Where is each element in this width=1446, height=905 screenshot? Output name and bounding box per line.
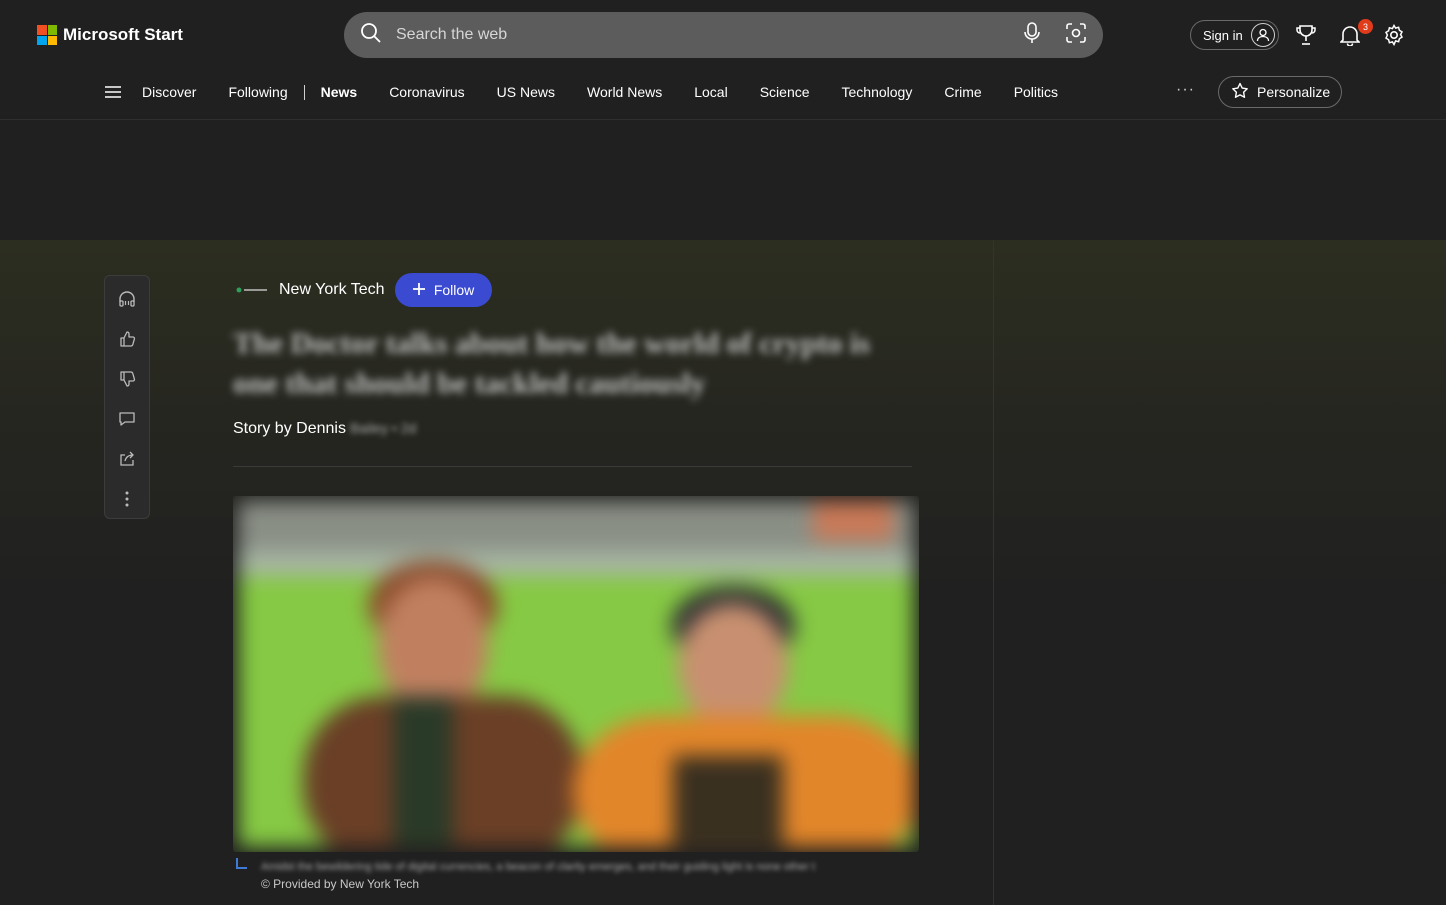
- nav-item-politics[interactable]: Politics: [998, 84, 1074, 100]
- microsoft-logo-icon: [37, 25, 57, 45]
- search-bar[interactable]: [344, 12, 1103, 58]
- top-header: Microsoft Start Sign in 3: [0, 0, 1446, 120]
- hamburger-menu-icon[interactable]: [104, 85, 124, 99]
- nav-item-discover[interactable]: Discover: [142, 84, 212, 100]
- search-icon: [360, 22, 382, 49]
- byline-meta: Bailey • 2d: [349, 420, 417, 436]
- nav-item-local[interactable]: Local: [678, 84, 743, 100]
- nav-item-science[interactable]: Science: [744, 84, 826, 100]
- notification-count-badge: 3: [1358, 19, 1373, 34]
- avatar-icon: [1250, 23, 1275, 47]
- article-hero-image[interactable]: [233, 496, 919, 852]
- article-byline: Story by Dennis Bailey • 2d: [233, 420, 416, 438]
- nav-item-coronavirus[interactable]: Coronavirus: [373, 84, 480, 100]
- byline-divider: [233, 466, 912, 467]
- personalize-button[interactable]: Personalize: [1218, 76, 1342, 108]
- image-credit: © Provided by New York Tech: [261, 877, 420, 891]
- image-caption: Amidst the bewildering tide of digital c…: [261, 861, 815, 873]
- caption-marker: [236, 858, 247, 869]
- personalize-star-icon: [1231, 82, 1249, 103]
- category-nav: Discover Following News Coronavirus US N…: [104, 78, 1074, 106]
- dislike-icon[interactable]: [116, 368, 138, 390]
- nav-item-world-news[interactable]: World News: [571, 84, 678, 100]
- article-headline: The Doctor talks about how the world of …: [233, 327, 870, 400]
- byline-author: Story by Dennis: [233, 420, 346, 437]
- article-action-rail: [104, 275, 150, 519]
- sign-in-button[interactable]: Sign in: [1190, 20, 1279, 50]
- plus-icon: [412, 282, 426, 299]
- like-icon[interactable]: [116, 328, 138, 350]
- more-categories-button[interactable]: ···: [1176, 81, 1195, 99]
- publisher-logo-icon: [233, 273, 269, 307]
- publisher-name[interactable]: New York Tech: [279, 281, 385, 299]
- follow-button[interactable]: Follow: [394, 273, 492, 307]
- microphone-icon[interactable]: [1023, 21, 1041, 49]
- nav-item-following[interactable]: Following: [212, 84, 303, 100]
- ad-banner-area: [0, 121, 1446, 240]
- stadium-photo: [233, 496, 919, 852]
- nav-item-us-news[interactable]: US News: [481, 84, 571, 100]
- nav-item-crime[interactable]: Crime: [928, 84, 997, 100]
- comment-icon[interactable]: [116, 408, 138, 430]
- publisher-row: New York Tech Follow: [233, 273, 492, 307]
- search-input[interactable]: [396, 26, 1023, 44]
- share-icon[interactable]: [116, 448, 138, 470]
- logo-text: Microsoft Start: [63, 25, 183, 44]
- right-column-divider: [993, 240, 994, 905]
- more-options-icon[interactable]: [116, 488, 138, 510]
- nav-item-news[interactable]: News: [305, 84, 374, 100]
- sign-in-label: Sign in: [1203, 27, 1243, 43]
- visual-search-icon[interactable]: [1065, 22, 1087, 49]
- nav-item-technology[interactable]: Technology: [826, 84, 929, 100]
- settings-gear-icon[interactable]: [1382, 23, 1406, 47]
- microsoft-start-logo[interactable]: Microsoft Start: [37, 25, 183, 45]
- personalize-label: Personalize: [1257, 84, 1331, 100]
- headphones-icon[interactable]: [116, 288, 138, 310]
- follow-label: Follow: [433, 282, 475, 298]
- rewards-trophy-icon[interactable]: [1294, 23, 1318, 47]
